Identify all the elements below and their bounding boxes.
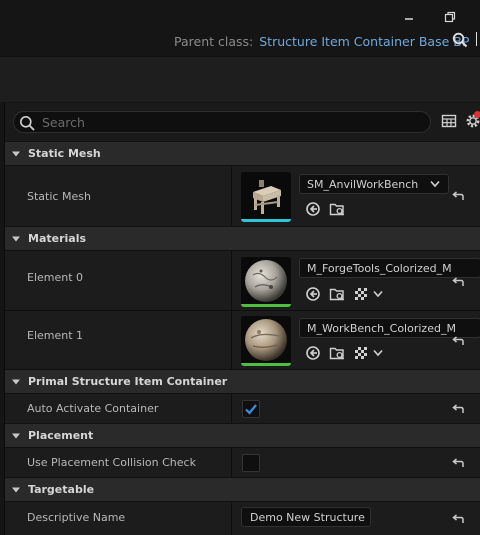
search-icon (20, 116, 35, 131)
collapse-arrow-icon (12, 487, 20, 492)
material-thumbnail[interactable] (241, 257, 291, 307)
column-divider (231, 311, 232, 369)
descriptive-name-value: Demo New Structure (250, 511, 365, 524)
collapse-arrow-icon (12, 151, 20, 156)
checker-texture-icon[interactable] (353, 345, 369, 361)
asset-action-icons (305, 345, 383, 361)
property-row-auto-activate: Auto Activate Container (5, 393, 480, 423)
restore-icon[interactable] (443, 10, 457, 24)
property-label: Static Mesh (27, 190, 91, 203)
section-title: Placement (28, 429, 94, 442)
property-row-placement-collision: Use Placement Collision Check (5, 447, 480, 477)
browse-asset-icon[interactable] (329, 345, 345, 361)
browse-asset-icon[interactable] (329, 201, 345, 217)
reset-to-default-icon[interactable] (451, 514, 465, 526)
checker-texture-icon[interactable] (353, 286, 369, 302)
parent-class-link[interactable]: Structure Item Container Base BP (259, 34, 469, 49)
asset-name: SM_AnvilWorkBench (307, 178, 419, 191)
column-divider (231, 166, 232, 226)
title-bar: Parent class: Structure Item Container B… (0, 0, 480, 56)
reset-to-default-icon[interactable] (451, 277, 465, 289)
reset-to-default-icon[interactable] (451, 404, 465, 416)
section-title: Static Mesh (28, 147, 101, 160)
material-sphere-icon (241, 316, 291, 366)
asset-action-icons (305, 201, 345, 217)
workbench-thumbnail-icon (241, 172, 291, 222)
section-placement[interactable]: Placement (5, 423, 480, 447)
property-row-static-mesh: Static Mesh SM_AnvilWorkBench (5, 165, 480, 226)
property-label: Auto Activate Container (27, 402, 159, 415)
property-row-element-0: Element 0 M_ForgeTools_Colorized_M (5, 250, 480, 310)
property-label: Element 0 (27, 271, 84, 284)
parent-class-row: Parent class: Structure Item Container B… (174, 32, 469, 50)
property-label: Element 1 (27, 329, 84, 342)
property-label: Descriptive Name (27, 511, 126, 524)
section-materials[interactable]: Materials (5, 226, 480, 250)
search-icon[interactable] (452, 32, 468, 48)
section-title: Materials (28, 232, 87, 245)
material-thumbnail[interactable] (241, 316, 291, 366)
placement-collision-checkbox[interactable] (242, 454, 260, 472)
minimize-icon[interactable] (402, 10, 416, 24)
search-input[interactable] (42, 114, 422, 130)
collapse-arrow-icon (12, 433, 20, 438)
use-selected-icon[interactable] (305, 345, 321, 361)
property-label: Use Placement Collision Check (27, 456, 196, 469)
details-search (13, 111, 431, 133)
section-title: Targetable (28, 483, 95, 496)
use-selected-icon[interactable] (305, 201, 321, 217)
asset-type-bar (241, 363, 291, 366)
chevron-down-icon[interactable] (373, 289, 383, 299)
asset-type-bar (241, 304, 291, 307)
asset-action-icons (305, 286, 383, 302)
browse-asset-icon[interactable] (329, 286, 345, 302)
asset-thumbnail[interactable] (241, 172, 291, 222)
section-static-mesh[interactable]: Static Mesh (5, 141, 480, 165)
overflow-icon (476, 32, 480, 46)
column-divider (231, 251, 232, 310)
column-divider (231, 502, 232, 535)
material-sphere-icon (241, 257, 291, 307)
parent-class-label: Parent class: (174, 33, 254, 49)
collapse-arrow-icon (12, 236, 20, 241)
chevron-down-icon[interactable] (373, 348, 383, 358)
asset-name: M_WorkBench_Colorized_M (307, 322, 456, 335)
section-title: Primal Structure Item Container (28, 375, 228, 388)
property-row-descriptive-name: Descriptive Name Demo New Structure (5, 501, 480, 535)
collapse-arrow-icon (12, 379, 20, 384)
reset-to-default-icon[interactable] (451, 336, 465, 348)
toolbar-area (0, 56, 480, 102)
details-panel: Static Mesh Static Mesh SM_AnvilWorkBenc… (4, 103, 480, 535)
element-0-material-picker[interactable]: M_ForgeTools_Colorized_M (299, 258, 480, 278)
element-1-material-picker[interactable]: M_WorkBench_Colorized_M (299, 318, 480, 338)
property-row-element-1: Element 1 M_WorkBench_Colorized_M (5, 310, 480, 369)
section-primal-structure-item-container[interactable]: Primal Structure Item Container (5, 369, 480, 393)
column-divider (231, 394, 232, 423)
notification-dot (474, 111, 480, 118)
asset-name: M_ForgeTools_Colorized_M (307, 262, 452, 275)
reset-to-default-icon[interactable] (451, 191, 465, 203)
auto-activate-checkbox[interactable] (242, 400, 260, 418)
column-divider (231, 448, 232, 477)
property-matrix-icon[interactable] (441, 113, 457, 129)
section-targetable[interactable]: Targetable (5, 477, 480, 501)
static-mesh-asset-picker[interactable]: SM_AnvilWorkBench (299, 174, 449, 194)
chevron-down-icon (430, 180, 440, 188)
descriptive-name-field[interactable]: Demo New Structure (241, 507, 371, 527)
checkmark-icon (245, 404, 257, 415)
reset-to-default-icon[interactable] (451, 458, 465, 470)
use-selected-icon[interactable] (305, 286, 321, 302)
asset-type-bar (241, 219, 291, 222)
